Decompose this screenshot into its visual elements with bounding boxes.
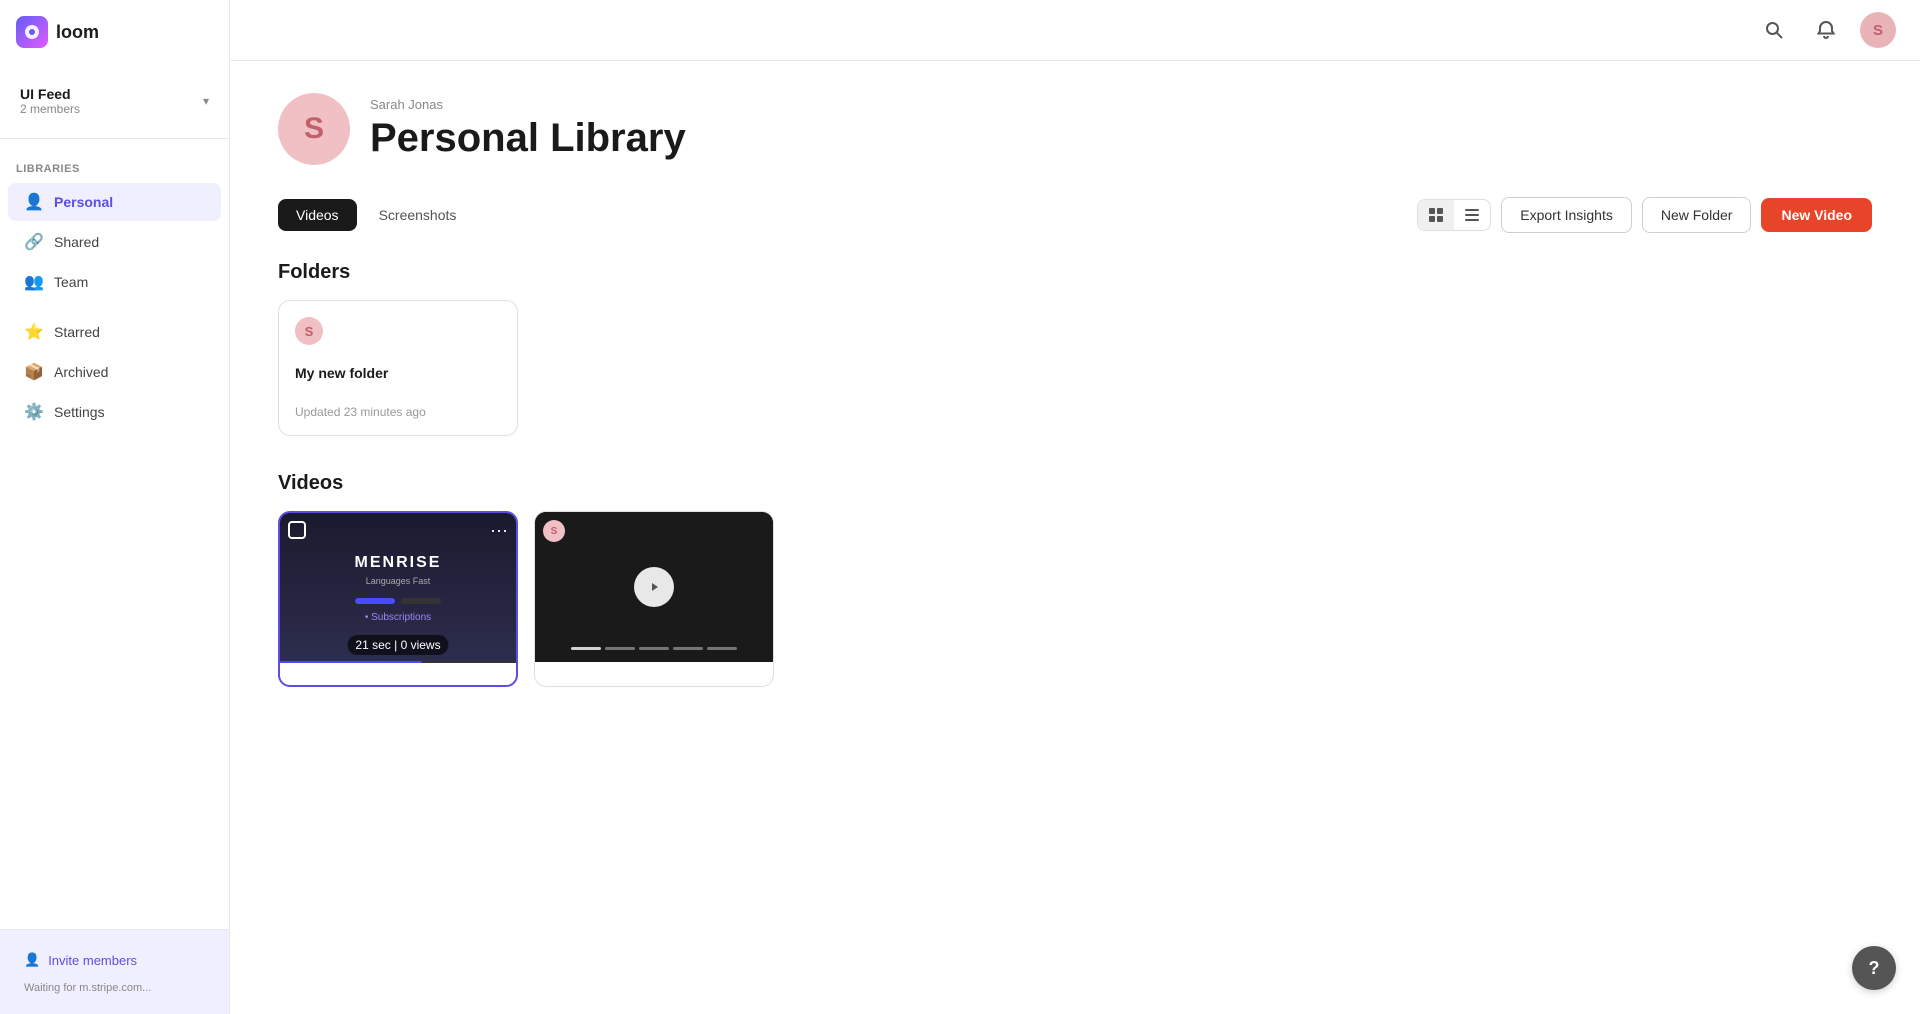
tab-screenshots[interactable]: Screenshots [361,199,475,231]
chevron-down-icon: ▾ [203,94,209,108]
folder-avatar: S [295,317,323,345]
topbar: S [230,0,1920,61]
sidebar-item-settings-label: Settings [54,404,105,420]
thumb-tag: • Subscriptions [365,612,431,623]
tabs: Videos Screenshots [278,199,474,231]
thumb-content-2 [535,512,773,662]
new-video-button[interactable]: New Video [1761,198,1872,232]
invite-label: Invite members [48,953,137,968]
videos-section: Videos MENRISE Languages Fast • Subscrip… [278,472,1872,687]
video-avatar-2: S [543,520,565,542]
settings-icon: ⚙️ [24,402,44,422]
video-duration-1: 21 sec | 0 views [347,635,448,655]
workspace-name: UI Feed [20,86,80,102]
main-area: S S Sarah Jonas Personal Library Videos … [230,0,1920,1014]
status-text: Waiting for m.stripe.com... [12,978,217,1002]
video-card-1-header: ··· [288,521,508,539]
shared-icon: 🔗 [24,232,44,252]
grid-view-button[interactable] [1418,200,1454,230]
search-button[interactable] [1756,12,1792,48]
loom-logo: loom [0,0,229,64]
video-card-1-body [280,663,516,685]
page-user-avatar: S [278,93,350,165]
notifications-button[interactable] [1808,12,1844,48]
video-card-2-body [535,662,773,684]
video-card-2[interactable]: S [534,511,774,687]
page-subtitle: Sarah Jonas [370,97,686,112]
invite-icon: 👤 [24,952,40,968]
play-icon [634,567,674,607]
libraries-label: Libraries [0,147,229,181]
sidebar: loom UI Feed 2 members ▾ Libraries 👤 Per… [0,0,230,1014]
sidebar-item-archived-label: Archived [54,364,108,380]
sidebar-item-personal[interactable]: 👤 Personal [8,183,221,221]
loom-logo-text: loom [56,22,99,43]
sidebar-item-team[interactable]: 👥 Team [8,263,221,301]
sidebar-item-shared-label: Shared [54,234,99,250]
video-more-button-1[interactable]: ··· [490,521,508,539]
export-insights-button[interactable]: Export Insights [1501,197,1632,233]
tab-videos[interactable]: Videos [278,199,357,231]
thumb-sub: Languages Fast [366,576,431,586]
invite-members-button[interactable]: 👤 Invite members [12,942,217,978]
sidebar-item-team-label: Team [54,274,88,290]
folders-title: Folders [278,261,1872,284]
video-thumb-2: S [535,512,773,662]
folder-updated: Updated 23 minutes ago [295,405,501,419]
folder-name: My new folder [295,365,501,381]
content-area: S Sarah Jonas Personal Library Videos Sc… [230,61,1920,1014]
help-button[interactable]: ? [1852,946,1896,990]
sidebar-item-shared[interactable]: 🔗 Shared [8,223,221,261]
toolbar: Videos Screenshots [278,197,1872,233]
sidebar-item-personal-label: Personal [54,194,113,210]
list-view-button[interactable] [1454,200,1490,230]
starred-icon: ⭐ [24,322,44,342]
videos-grid: MENRISE Languages Fast • Subscriptions [278,511,1872,687]
personal-icon: 👤 [24,192,44,212]
workspace-header: UI Feed 2 members ▾ [0,64,229,139]
page-header: S Sarah Jonas Personal Library [278,93,1872,165]
user-avatar-top[interactable]: S [1860,12,1896,48]
folder-card[interactable]: S My new folder Updated 23 minutes ago [278,300,518,436]
new-folder-button[interactable]: New Folder [1642,197,1752,233]
video-checkbox-1[interactable] [288,521,306,539]
workspace-members: 2 members [20,102,80,116]
sidebar-bottom: 👤 Invite members Waiting for m.stripe.co… [0,929,229,1014]
loom-logo-icon [16,16,48,48]
view-toggle [1417,199,1491,231]
video-card-1[interactable]: MENRISE Languages Fast • Subscriptions [278,511,518,687]
workspace-selector[interactable]: UI Feed 2 members ▾ [12,80,217,122]
sidebar-item-settings[interactable]: ⚙️ Settings [8,393,221,431]
thumb-logo: MENRISE [355,554,442,572]
videos-title: Videos [278,472,1872,495]
folders-grid: S My new folder Updated 23 minutes ago [278,300,1872,436]
archived-icon: 📦 [24,362,44,382]
sidebar-item-starred-label: Starred [54,324,100,340]
page-title: Personal Library [370,116,686,161]
toolbar-actions: Export Insights New Folder New Video [1417,197,1872,233]
sidebar-item-archived[interactable]: 📦 Archived [8,353,221,391]
team-icon: 👥 [24,272,44,292]
folders-section: Folders S My new folder Updated 23 minut… [278,261,1872,436]
sidebar-nav: Libraries 👤 Personal 🔗 Shared 👥 Team ⭐ S… [0,139,229,929]
video-thumb-1: MENRISE Languages Fast • Subscriptions [280,513,516,663]
sidebar-item-starred[interactable]: ⭐ Starred [8,313,221,351]
